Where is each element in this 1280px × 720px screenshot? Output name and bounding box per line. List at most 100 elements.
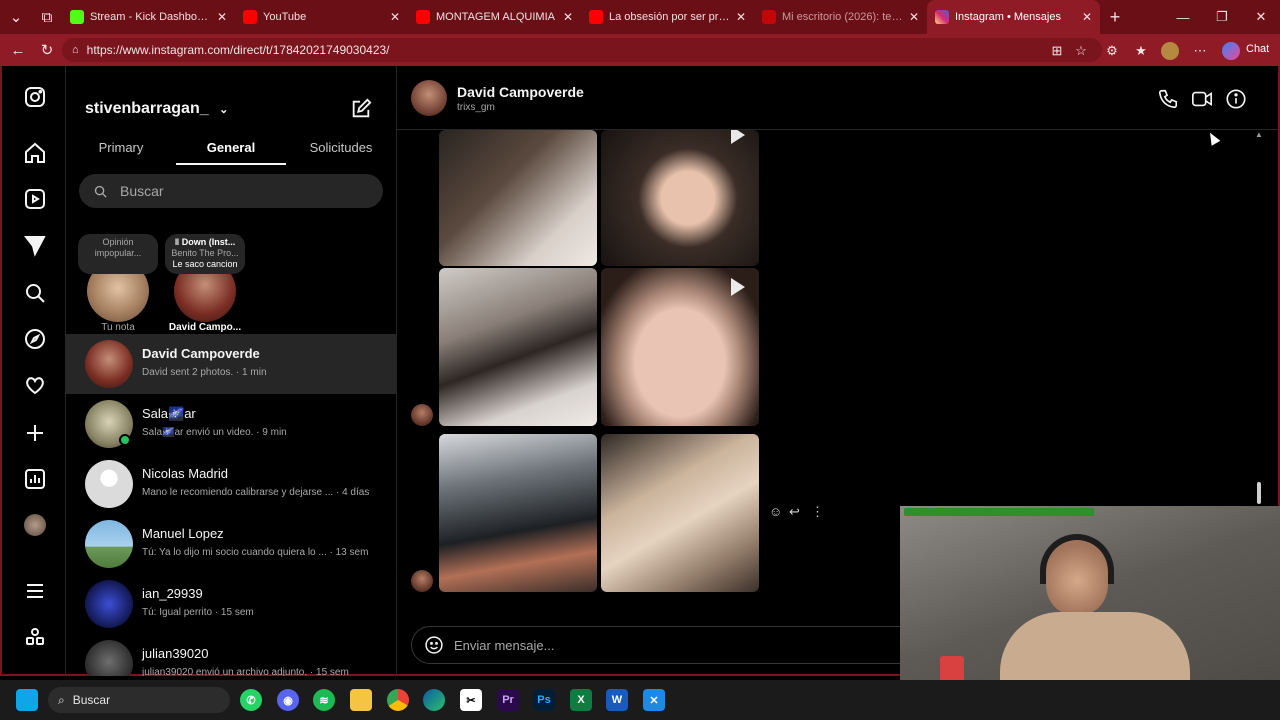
info-icon[interactable] [1225,88,1247,110]
avatar[interactable] [411,80,447,116]
more-menu-icon[interactable]: ⋯ [1191,42,1209,60]
word-icon[interactable]: W [606,689,628,711]
sender-avatar[interactable] [411,404,433,426]
app-icon[interactable]: ✕ [643,689,665,711]
conversation-item[interactable]: Sala🌌ar Sala🌌ar envió un video. · 9 min [66,394,396,454]
conversation-item[interactable]: Manuel Lopez Tú: Ya lo dijo mi socio cua… [66,514,396,574]
search-icon: ⌕ [58,692,65,707]
chat-video[interactable] [601,130,759,266]
minimize-icon[interactable]: — [1164,0,1202,34]
refresh-icon[interactable]: ↻ [33,36,61,64]
browser-tab-youtube[interactable]: YouTube ✕ [235,0,408,34]
youtube-favicon-icon [416,10,430,24]
conversation-item[interactable]: David Campoverde David sent 2 photos. · … [66,334,396,394]
tab-title: Mi escritorio (2026): tecnolo [782,11,903,23]
spotify-icon[interactable]: ≋ [313,689,335,711]
chat-video[interactable] [601,268,759,426]
tab-title: Instagram • Mensajes [955,11,1061,23]
chat-photo[interactable] [439,130,597,266]
profile-avatar[interactable] [24,514,46,536]
workspaces-icon[interactable]: ⧉ [32,3,62,31]
reels-icon[interactable] [22,186,48,212]
close-tab-icon[interactable]: ✕ [563,10,573,24]
browser-tab-kick[interactable]: Stream - Kick Dashboard ✕ [62,0,235,34]
browser-tab-instagram[interactable]: Instagram • Mensajes ✕ [927,0,1100,34]
back-arrow-icon[interactable]: ← [4,36,32,64]
profile-avatar[interactable] [1161,42,1179,60]
chat-photo[interactable] [439,434,597,592]
react-emoji-icon[interactable]: ☺ [769,504,782,519]
address-bar[interactable]: ⌂ https://www.instagram.com/direct/t/178… [62,38,1102,62]
site-info-icon[interactable]: ⌂ [72,44,79,56]
dashboard-icon[interactable] [22,466,48,492]
home-icon[interactable] [22,140,48,166]
tab-list-chevron-icon[interactable]: ⌄ [0,3,32,31]
restore-icon[interactable]: ❐ [1203,0,1241,34]
file-explorer-icon[interactable] [350,689,372,711]
kick-favicon-icon [70,10,84,24]
apps-grid-icon[interactable]: ⊞ [1048,42,1066,60]
browser-tab-escritorio[interactable]: Mi escritorio (2026): tecnolo ✕ [754,0,927,34]
search-input[interactable]: Buscar [79,174,383,208]
conversation-item[interactable]: julian39020 julian39020 envió un archivo… [66,634,396,676]
meta-apps-icon[interactable] [22,624,48,650]
menu-icon[interactable] [22,578,48,604]
conversation-name: David Campoverde [142,346,260,361]
chat-contact-username: trixs_gm [457,102,495,113]
windows-start-icon[interactable] [16,689,38,711]
instagram-logo-icon[interactable] [22,84,48,110]
close-tab-icon[interactable]: ✕ [390,10,400,24]
conversation-item[interactable]: ian_29939 Tú: Igual perrito · 15 sem [66,574,396,634]
taskbar-search[interactable]: ⌕ Buscar [48,687,230,713]
emoji-icon[interactable] [424,635,444,655]
scrollbar-thumb[interactable] [1257,482,1261,504]
whatsapp-icon[interactable]: ✆ [240,689,262,711]
explore-icon[interactable] [22,326,48,352]
username-label: stivenbarragan_ [85,100,209,117]
note-text: Opinión [102,237,134,247]
copilot-icon[interactable] [1222,42,1240,60]
conversation-item[interactable]: Nicolas Madrid Mano le recomiendo calibr… [66,454,396,514]
favorite-star-icon[interactable]: ☆ [1072,42,1090,60]
chat-photo[interactable] [439,268,597,426]
direct-messages-icon[interactable] [22,232,48,258]
phone-call-icon[interactable] [1157,88,1179,110]
close-tab-icon[interactable]: ✕ [736,10,746,24]
browser-tab-montagem[interactable]: MONTAGEM ALQUIMIA ✕ [408,0,581,34]
new-tab-icon[interactable]: + [1100,7,1130,28]
chat-contact-name[interactable]: David Campoverde [457,84,584,100]
browser-tab-obsesion[interactable]: La obsesión por ser product ✕ [581,0,754,34]
create-plus-icon[interactable] [22,420,48,446]
online-status-dot [119,434,131,446]
edge-icon[interactable] [423,689,445,711]
scroll-up-arrow-icon[interactable]: ▲ [1255,130,1263,139]
discord-icon[interactable]: ◉ [277,689,299,711]
chat-button[interactable]: Chat [1246,43,1269,55]
tab-solicitudes[interactable]: Solicitudes [286,140,396,155]
reply-arrow-icon[interactable]: ↩ [789,504,800,520]
sender-avatar[interactable] [411,570,433,592]
chat-photo[interactable] [601,434,759,592]
close-tab-icon[interactable]: ✕ [1082,10,1092,24]
favorites-icon[interactable]: ★ [1132,42,1150,60]
chrome-icon[interactable] [387,689,409,711]
tab-general[interactable]: General [176,140,286,155]
notifications-heart-icon[interactable] [22,372,48,398]
tab-primary[interactable]: Primary [66,140,176,155]
photoshop-icon[interactable]: Ps [533,689,555,711]
premiere-icon[interactable]: Pr [497,689,519,711]
new-message-icon[interactable] [350,98,372,120]
nav-rail [2,66,66,676]
extensions-icon[interactable]: ⚙ [1103,42,1121,60]
excel-icon[interactable]: X [570,689,592,711]
search-icon[interactable] [22,280,48,306]
youtube-favicon-icon [762,10,776,24]
chat-scrollbar[interactable]: ▲ [1255,130,1263,510]
capcut-icon[interactable]: ✂ [460,689,482,711]
close-tab-icon[interactable]: ✕ [909,10,919,24]
close-window-icon[interactable]: ✕ [1242,0,1280,34]
video-call-icon[interactable] [1191,88,1213,110]
account-switcher[interactable]: stivenbarragan_ ⌄ [85,100,228,118]
more-options-icon[interactable]: ⋮ [811,504,824,520]
close-tab-icon[interactable]: ✕ [217,10,227,24]
